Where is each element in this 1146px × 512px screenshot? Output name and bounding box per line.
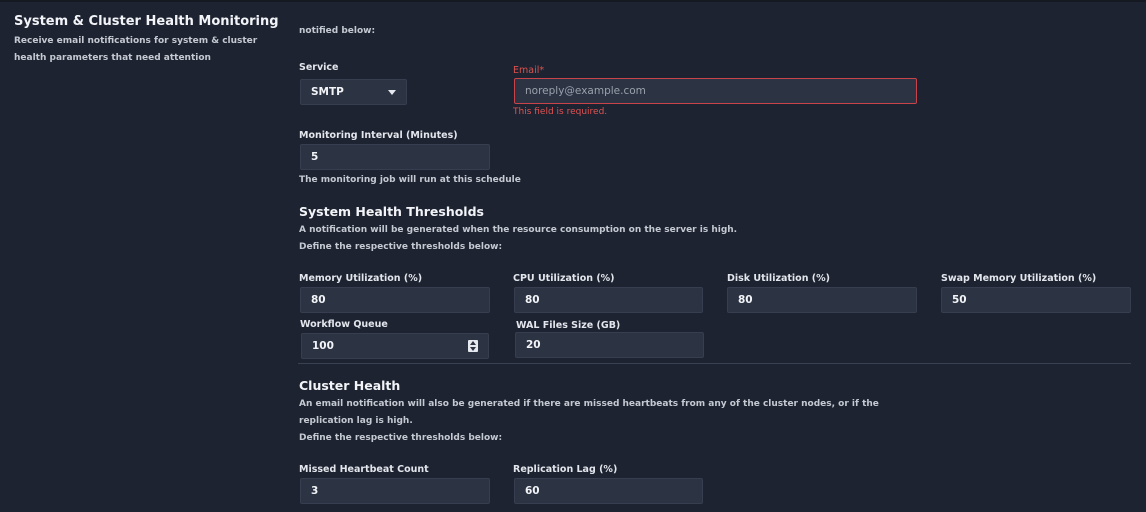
system-desc-1: A notification will be generated when th… <box>299 225 738 235</box>
wal-label: WAL Files Size (GB) <box>516 320 621 331</box>
disk-input[interactable]: 80 <box>727 287 917 313</box>
swap-label: Swap Memory Utilization (%) <box>941 273 1097 284</box>
cluster-desc-2: replication lag is high. <box>299 416 413 426</box>
section-title: System & Cluster Health Monitoring <box>14 14 279 29</box>
email-label: Email* <box>513 65 545 76</box>
interval-input[interactable]: 5 <box>300 144 490 170</box>
section-description: Receive email notifications for system &… <box>14 36 258 63</box>
heartbeat-input[interactable]: 3 <box>300 478 490 504</box>
email-placeholder: noreply@example.com <box>525 85 646 97</box>
memory-input[interactable]: 80 <box>300 287 490 313</box>
cluster-desc-3: Define the respective thresholds below: <box>299 433 503 443</box>
disk-value: 80 <box>738 294 753 306</box>
interval-value: 5 <box>311 151 319 163</box>
system-desc-2: Define the respective thresholds below: <box>299 242 503 252</box>
workflow-label: Workflow Queue <box>300 319 388 330</box>
memory-label: Memory Utilization (%) <box>299 273 423 284</box>
heartbeat-label: Missed Heartbeat Count <box>299 464 429 475</box>
swap-value: 50 <box>952 294 967 306</box>
interval-help: The monitoring job will run at this sche… <box>299 175 521 185</box>
cpu-value: 80 <box>525 294 540 306</box>
swap-input[interactable]: 50 <box>941 287 1131 313</box>
spinner-icon[interactable] <box>468 340 478 352</box>
service-select[interactable]: SMTP <box>300 79 407 105</box>
replication-label: Replication Lag (%) <box>513 464 618 475</box>
cluster-desc-1: An email notification will also be gener… <box>299 399 879 409</box>
replication-input[interactable]: 60 <box>514 478 703 504</box>
memory-value: 80 <box>311 294 326 306</box>
wal-value: 20 <box>526 339 541 351</box>
email-error: This field is required. <box>513 107 608 117</box>
notified-note: notified below: <box>299 26 376 36</box>
cpu-label: CPU Utilization (%) <box>513 273 615 284</box>
cpu-input[interactable]: 80 <box>514 287 703 313</box>
cluster-health-title: Cluster Health <box>299 378 401 393</box>
replication-value: 60 <box>525 485 540 497</box>
service-label: Service <box>299 62 339 73</box>
divider <box>298 363 1131 364</box>
interval-label: Monitoring Interval (Minutes) <box>299 130 458 141</box>
email-field[interactable]: noreply@example.com <box>514 78 917 104</box>
disk-label: Disk Utilization (%) <box>727 273 830 284</box>
workflow-value: 100 <box>312 340 334 352</box>
workflow-stepper[interactable]: 100 <box>301 333 489 359</box>
settings-panel: System & Cluster Health Monitoring Recei… <box>0 0 1146 512</box>
system-thresholds-title: System Health Thresholds <box>299 204 484 219</box>
heartbeat-value: 3 <box>311 485 319 497</box>
service-value: SMTP <box>311 86 344 98</box>
wal-input[interactable]: 20 <box>515 332 704 358</box>
chevron-down-icon <box>388 89 396 95</box>
